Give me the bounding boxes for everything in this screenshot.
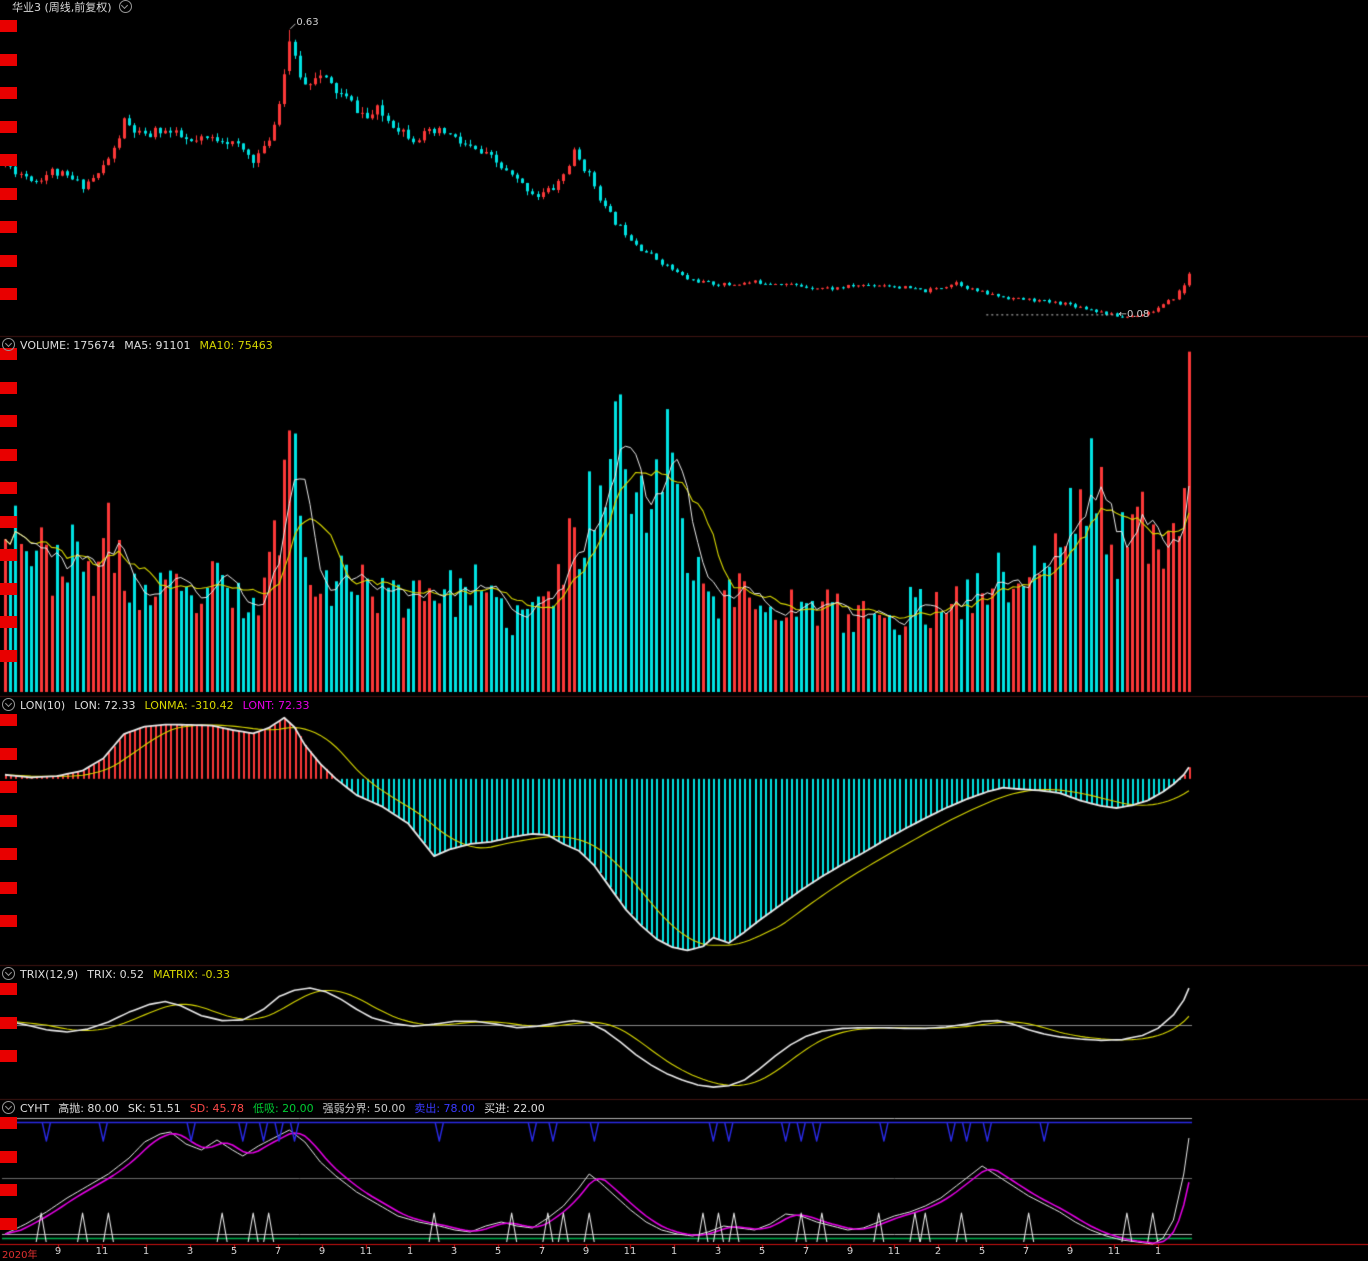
left-axis-marker (0, 747, 17, 760)
left-axis-marker (0, 187, 17, 200)
header-field: 强弱分界: 50.00 (322, 1102, 406, 1115)
left-axis-marker (0, 53, 17, 66)
left-axis-marker (0, 381, 17, 394)
left-axis-marker (0, 881, 17, 894)
left-axis-marker (0, 20, 17, 32)
axis-month-label: 3 (450, 1246, 458, 1257)
left-axis-marker (0, 482, 17, 494)
axis-month-label: 5 (758, 1246, 766, 1257)
volume-header-items: VOLUME: 175674 MA5: 91101 MA10: 75463 (20, 339, 282, 352)
left-axis-marker (0, 288, 17, 300)
left-axis-marker (0, 448, 17, 461)
axis-month-label: 5 (978, 1246, 986, 1257)
left-axis-marker (0, 1050, 17, 1062)
header-field: CYHT (20, 1102, 50, 1115)
axis-month-label: 7 (1022, 1246, 1030, 1257)
chevron-down-icon[interactable] (2, 1101, 15, 1114)
axis-month-label: 5 (494, 1246, 502, 1257)
axis-month-label: 3 (714, 1246, 722, 1257)
header-field: 卖出: 78.00 (414, 1102, 476, 1115)
cyht-header: CYHT 高抛: 80.00 SK: 51.51 SD: 45.78 低吸: 20.00… (2, 1101, 554, 1115)
header-field: MA10: 75463 (199, 339, 273, 352)
chart-canvas[interactable] (0, 0, 1368, 1257)
axis-month-label: 9 (846, 1246, 854, 1257)
chevron-down-icon[interactable] (2, 967, 15, 980)
header-field: 高抛: 80.00 (58, 1102, 119, 1115)
left-axis-marker (0, 120, 17, 133)
chevron-down-icon[interactable] (118, 0, 132, 13)
header-field: TRIX: 0.52 (87, 968, 145, 981)
axis-month-label: 9 (1066, 1246, 1074, 1257)
axis-month-label: 11 (95, 1246, 109, 1257)
left-axis-marker (0, 154, 17, 166)
axis-month-label: 1 (142, 1246, 150, 1257)
left-axis-marker (0, 221, 17, 233)
axis-year-label: 2020年 (2, 1250, 38, 1261)
left-axis-marker (0, 649, 17, 662)
high-price-label: 0.63 (296, 16, 319, 28)
left-axis-marker (0, 254, 17, 267)
header-field: MATRIX: -0.33 (153, 968, 231, 981)
left-axis-marker (0, 714, 17, 726)
header-field: LONMA: -310.42 (144, 699, 234, 712)
header-field: VOLUME: 175674 (20, 339, 116, 352)
trix-header-items: TRIX(12,9) TRIX: 0.52 MATRIX: -0.33 (20, 968, 239, 981)
cyht-header-items: CYHT 高抛: 80.00 SK: 51.51 SD: 45.78 低吸: 20.00… (20, 1102, 554, 1115)
axis-month-label: 9 (582, 1246, 590, 1257)
left-axis-marker (0, 983, 17, 995)
axis-month-label: 1 (1154, 1246, 1162, 1257)
stock-chart-app: 华业3 (周线,前复权) VOLUME: 175674 MA5: 91101 MA1… (0, 0, 1368, 1261)
left-axis-marker (0, 1217, 17, 1230)
header-field: TRIX(12,9) (20, 968, 79, 981)
axis-month-label: 7 (274, 1246, 282, 1257)
header-field: 低吸: 20.00 (252, 1102, 314, 1115)
left-axis-marker (0, 915, 17, 927)
left-axis-marker (0, 87, 17, 99)
axis-month-label: 11 (623, 1246, 637, 1257)
axis-month-label: 9 (54, 1246, 62, 1257)
header-field: LON: 72.33 (74, 699, 136, 712)
price-annotation-high: 0.63 (296, 17, 318, 28)
header-field: LONT: 72.33 (242, 699, 310, 712)
left-axis-marker (0, 1150, 17, 1163)
title-bar: 华业3 (周线,前复权) (12, 0, 132, 14)
header-field: MA5: 91101 (124, 339, 191, 352)
volume-header: VOLUME: 175674 MA5: 91101 MA10: 75463 (2, 338, 282, 352)
header-field: 买进: 22.00 (484, 1102, 545, 1115)
axis-month-label: 5 (230, 1246, 238, 1257)
arrow-left-icon: ← (1118, 308, 1127, 320)
left-axis-marker (0, 515, 17, 528)
price-annotation-low: ←0.08 (1119, 309, 1150, 320)
page-title: 华业3 (周线,前复权) (12, 1, 112, 14)
left-axis-marker (0, 814, 17, 827)
axis-month-label: 11 (887, 1246, 901, 1257)
axis-month-label: 3 (186, 1246, 194, 1257)
lon-header: LON(10) LON: 72.33 LONMA: -310.42 LONT: 72.… (2, 698, 318, 712)
left-axis-marker (0, 415, 17, 427)
left-axis-marker (0, 1117, 17, 1129)
lon-header-items: LON(10) LON: 72.33 LONMA: -310.42 LONT: 72.… (20, 699, 318, 712)
axis-month-label: 9 (318, 1246, 326, 1257)
axis-month-label: 1 (406, 1246, 414, 1257)
left-axis-marker (0, 616, 17, 628)
low-price-label: 0.08 (1126, 308, 1150, 320)
axis-month-label: 11 (359, 1246, 373, 1257)
axis-month-label: 7 (538, 1246, 546, 1257)
left-axis-marker (0, 1016, 17, 1029)
chevron-down-icon[interactable] (2, 698, 15, 711)
left-axis-marker (0, 781, 17, 793)
chevron-down-icon[interactable] (2, 338, 15, 351)
trix-header: TRIX(12,9) TRIX: 0.52 MATRIX: -0.33 (2, 967, 239, 981)
left-axis-marker (0, 582, 17, 595)
left-axis-marker (0, 549, 17, 561)
axis-month-label: 1 (670, 1246, 678, 1257)
left-axis-marker (0, 848, 17, 860)
header-field: LON(10) (20, 699, 66, 712)
axis-month-label: 2 (934, 1246, 942, 1257)
header-field: SK: 51.51 (127, 1102, 181, 1115)
axis-month-label: 11 (1107, 1246, 1121, 1257)
left-axis-marker (0, 1184, 17, 1196)
header-field: SD: 45.78 (189, 1102, 244, 1115)
axis-month-label: 7 (802, 1246, 810, 1257)
